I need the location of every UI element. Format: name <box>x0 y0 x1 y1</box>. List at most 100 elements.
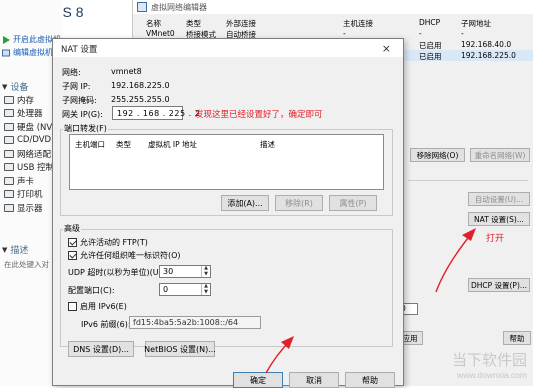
network-value: vmnet8 <box>111 67 142 76</box>
usb-icon <box>4 163 14 172</box>
config-port-value: 0 <box>163 285 169 294</box>
column-header: 类型 <box>116 140 131 149</box>
device-label: 声卡 <box>17 176 35 187</box>
subnet-mask-value: 255.255.255.0 <box>111 95 170 104</box>
table-cell: 192.168.225.0 <box>461 51 516 60</box>
enable-ipv6-label: 启用 IPv6(E) <box>80 302 127 311</box>
memory-icon <box>4 95 14 104</box>
table-cell: - <box>461 29 464 38</box>
cd-dvd-icon <box>4 136 14 145</box>
column-header: 描述 <box>260 140 275 149</box>
subnet-mask-label: 子网掩码: <box>62 96 97 105</box>
hard-disk-icon <box>4 122 14 131</box>
column-header: DHCP <box>419 18 441 27</box>
processor-icon <box>4 109 14 118</box>
device-processor[interactable]: 处理器 <box>4 107 54 121</box>
device-printer[interactable]: 打印机 <box>4 188 54 202</box>
table-cell: VMnet0 <box>146 29 175 38</box>
auto-settings-button[interactable]: 自动设置(U)... <box>468 192 530 206</box>
device-label: 打印机 <box>17 190 43 201</box>
dns-settings-button[interactable]: DNS 设置(D)... <box>68 341 134 357</box>
annotation-note: 发现这里已经设置好了，确定即可 <box>195 110 323 120</box>
table-cell: 192.168.40.0 <box>461 40 512 49</box>
netbios-settings-button[interactable]: NetBIOS 设置(N)... <box>144 341 216 357</box>
device-cd-dvd[interactable]: CD/DVD <box>4 134 54 148</box>
dialog-titlebar: NAT 设置 × <box>53 39 403 57</box>
device-label: 显示器 <box>17 203 43 214</box>
device-hard-disk[interactable]: 硬盘 (NV <box>4 120 54 134</box>
subnet-ip-label: 子网 IP: <box>62 82 91 91</box>
dhcp-settings-button[interactable]: DHCP 设置(P)... <box>468 278 530 292</box>
column-header: 虚拟机 IP 地址 <box>148 140 198 149</box>
dialog-title: NAT 设置 <box>61 45 98 55</box>
monitor-icon <box>4 203 14 212</box>
description-placeholder[interactable]: 在此处键入对 <box>4 259 49 270</box>
collapse-triangle-icon: ▼ <box>2 245 8 254</box>
allow-active-ftp-checkbox[interactable]: 允许活动的 FTP(T) <box>68 237 148 248</box>
description-section-label: 描述 <box>10 246 29 256</box>
network-editor-icon <box>137 2 147 12</box>
device-label: 内存 <box>17 95 35 106</box>
spinner-arrows-icon[interactable]: ▲ ▼ <box>201 265 210 277</box>
checkbox-unchecked-icon <box>68 302 77 311</box>
table-cell: 已启用 <box>419 52 442 61</box>
advanced-label: 高级 <box>63 223 81 234</box>
port-forwarding-list[interactable]: 主机端口 类型 虚拟机 IP 地址 描述 <box>69 134 384 190</box>
udp-timeout-label: UDP 超时(以秒为单位)(U): <box>68 268 165 277</box>
devices-section[interactable]: ▼ 设备 <box>2 80 29 94</box>
edit-settings-icon <box>2 49 10 56</box>
subnet-ip-value: 192.168.225.0 <box>111 81 170 90</box>
play-icon <box>3 35 10 44</box>
device-sound-card[interactable]: 声卡 <box>4 174 54 188</box>
port-forwarding-label: 端口转发(F) <box>63 123 108 134</box>
config-port-spinner[interactable]: 0 ▲ ▼ <box>159 283 211 296</box>
checkbox-checked-icon <box>68 251 77 260</box>
properties-button[interactable]: 属性(P) <box>329 195 377 211</box>
spinner-arrows-icon[interactable]: ▲ ▼ <box>201 283 210 295</box>
nat-settings-button[interactable]: NAT 设置(S)... <box>468 212 530 226</box>
description-section[interactable]: ▼ 描述 <box>2 243 29 257</box>
table-header: 名称 类型 外部连接 主机连接 DHCP 子网地址 <box>143 17 533 28</box>
udp-timeout-value: 30 <box>163 267 174 276</box>
separator <box>408 180 528 181</box>
rename-network-button[interactable]: 重命名网络(W) <box>470 148 530 162</box>
device-label: 网络适配 <box>17 149 52 160</box>
network-adapter-icon <box>4 149 14 158</box>
annotation-open: 打开 <box>486 234 505 244</box>
speaker-icon <box>4 176 14 185</box>
table-cell: - <box>419 29 422 38</box>
device-memory[interactable]: 内存 <box>4 93 54 107</box>
udp-timeout-spinner[interactable]: 30 ▲ ▼ <box>159 265 211 278</box>
device-label: USB 控制 <box>17 163 55 174</box>
allow-any-oui-checkbox[interactable]: 允许任何组织唯一标识符(O) <box>68 250 181 261</box>
close-icon[interactable]: × <box>382 42 391 55</box>
allow-any-oui-label: 允许任何组织唯一标识符(O) <box>80 251 181 260</box>
checkbox-checked-icon <box>68 238 77 247</box>
ipv6-prefix-field: fd15:4ba5:5a2b:1008::/64 <box>129 316 261 329</box>
remove-network-button[interactable]: 移除网络(O) <box>410 148 465 162</box>
column-header: 主机端口 <box>75 140 105 149</box>
device-label: 硬盘 (NV <box>17 122 53 133</box>
devices-section-label: 设备 <box>10 83 29 93</box>
device-display[interactable]: 显示器 <box>4 201 54 215</box>
watermark: 当下软件园 www.downxia.com <box>452 349 527 380</box>
allow-active-ftp-label: 允许活动的 FTP(T) <box>80 238 148 247</box>
table-cell: - <box>343 29 346 38</box>
add-button[interactable]: 添加(A)... <box>221 195 269 211</box>
editor-title: 虚拟网络编辑器 <box>151 3 207 12</box>
watermark-url: www.downxia.com <box>457 370 527 380</box>
device-network-adapter[interactable]: 网络适配 <box>4 147 54 161</box>
watermark-name: 当下软件园 <box>451 351 527 369</box>
enable-ipv6-checkbox[interactable]: 启用 IPv6(E) <box>68 301 127 312</box>
gateway-ip-field[interactable]: 192 . 168 . 225 . 2 <box>112 106 200 120</box>
device-label: CD/DVD <box>17 135 52 146</box>
gateway-label: 网关 IP(G): <box>62 110 103 119</box>
config-port-label: 配置端口(C): <box>68 286 115 295</box>
device-usb-controller[interactable]: USB 控制 <box>4 161 54 175</box>
printer-icon <box>4 190 14 199</box>
collapse-triangle-icon: ▼ <box>2 82 8 91</box>
remove-button[interactable]: 移除(R) <box>275 195 323 211</box>
device-label: 处理器 <box>17 109 43 120</box>
editor-help-button[interactable]: 帮助 <box>503 331 531 345</box>
nat-settings-dialog: NAT 设置 × 网络: vmnet8 子网 IP: 192.168.225.0… <box>52 38 404 388</box>
